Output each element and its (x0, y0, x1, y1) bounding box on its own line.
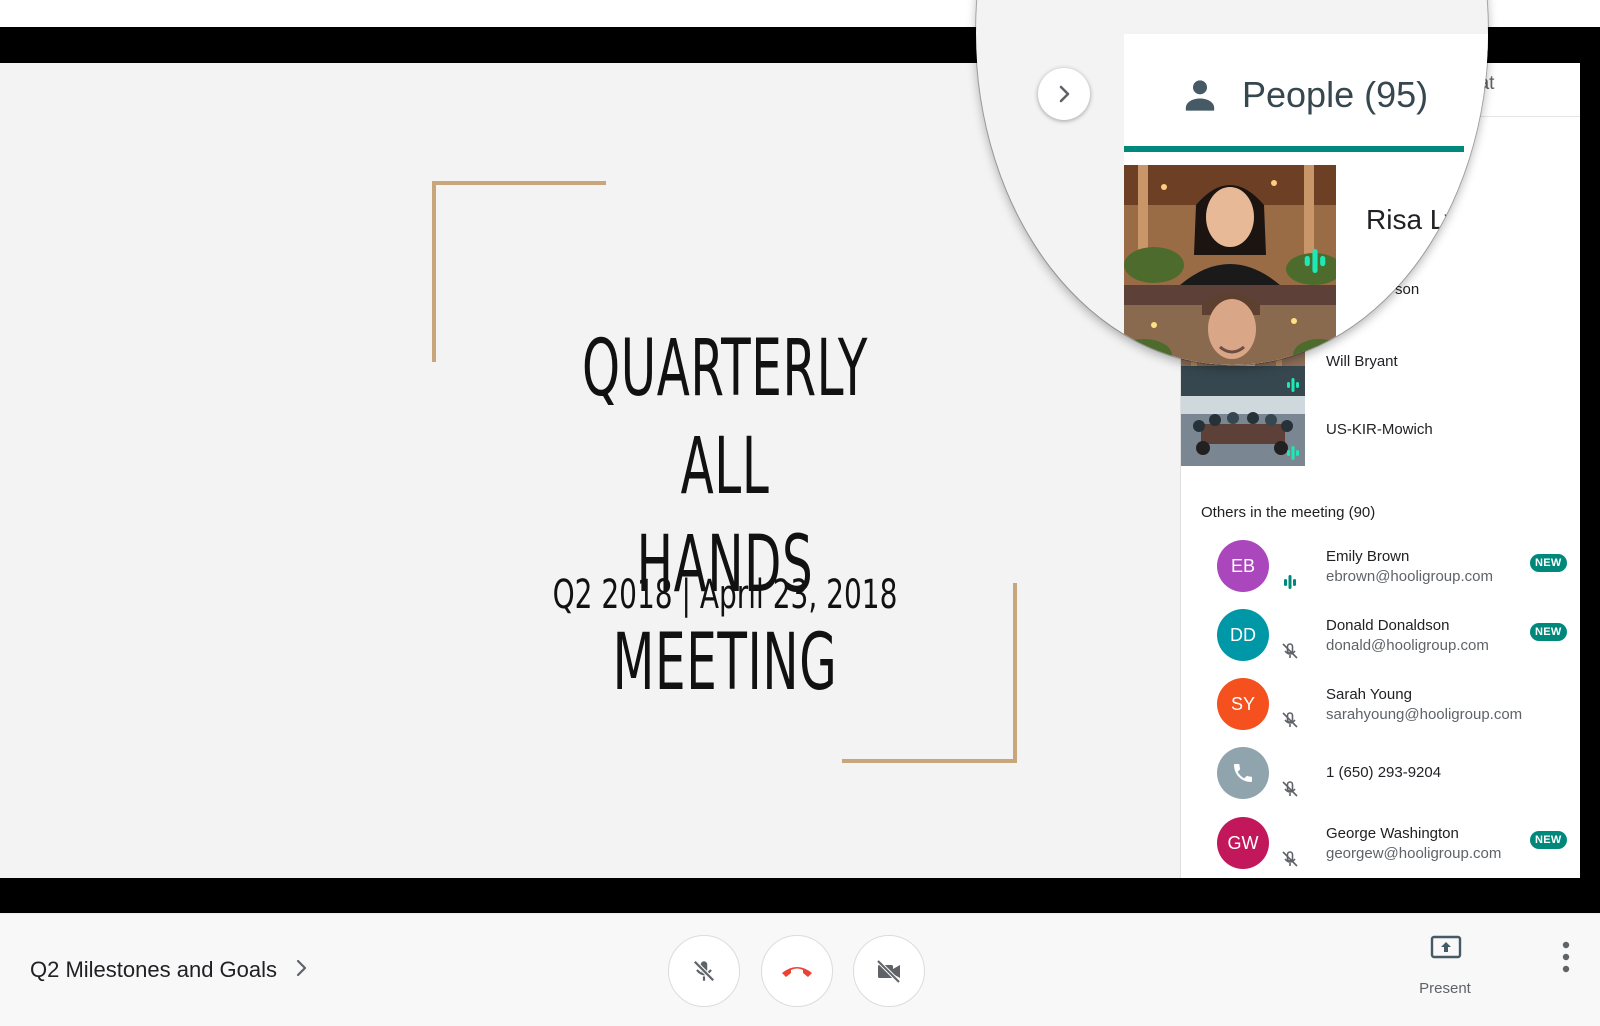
others-header: Others in the meeting (90) (1201, 504, 1376, 521)
more-options-button[interactable] (1556, 937, 1576, 977)
featured-participant-video (1124, 165, 1336, 285)
avatar: GW (1217, 817, 1269, 869)
speaking-indicator-icon (1304, 249, 1326, 273)
participant-video-thumb (1124, 285, 1336, 365)
camera-off-icon (876, 959, 901, 984)
others-list-item[interactable]: GW George Washington georgew@hooligroup.… (1181, 808, 1580, 878)
people-panel-magnified: People (95) Risa Ly (1124, 34, 1488, 365)
mic-off-icon (693, 960, 715, 982)
others-list-item[interactable]: SY Sarah Young sarahyoung@hooligroup.com (1181, 669, 1580, 739)
participant-email: donald@hooligroup.com (1326, 637, 1489, 654)
chevron-right-icon[interactable] (292, 956, 312, 980)
person-icon (1185, 80, 1215, 111)
participant-email: georgew@hooligroup.com (1326, 845, 1502, 862)
participant-row[interactable]: US-KIR-Mowich (1181, 396, 1580, 466)
present-label: Present (1419, 980, 1471, 997)
active-tab-indicator (1124, 146, 1464, 152)
new-badge: NEW (1530, 831, 1567, 849)
participant-email: ebrown@hooligroup.com (1326, 568, 1493, 585)
slide-title-line1: QUARTERLY ALL (582, 324, 868, 512)
speaking-indicator-icon (1287, 446, 1299, 460)
present-screen-icon (1430, 935, 1462, 959)
others-list-item[interactable]: EB Emily Brown ebrown@hooligroup.com NEW (1181, 531, 1580, 601)
new-badge: NEW (1530, 623, 1567, 641)
meet-window: QUARTERLY ALL HANDS MEETING Q2 2018 | Ap… (0, 0, 1600, 1026)
hang-up-button[interactable] (761, 935, 833, 1007)
speaking-indicator-icon (1284, 575, 1296, 589)
more-vert-icon (1562, 941, 1570, 973)
participant-name: Emily Brown (1326, 548, 1410, 565)
participant-phone: 1 (650) 293-9204 (1326, 764, 1442, 781)
camera-off-button[interactable] (853, 935, 925, 1007)
present-button[interactable]: Present (1400, 930, 1490, 1010)
mic-off-icon (1282, 712, 1298, 728)
participant-video-thumb (1181, 396, 1305, 466)
others-list-item[interactable]: DD Donald Donaldson donald@hooligroup.co… (1181, 600, 1580, 670)
avatar: SY (1217, 678, 1269, 730)
mic-off-icon (1282, 643, 1298, 659)
new-badge: NEW (1530, 554, 1567, 572)
phone-icon (1234, 764, 1252, 782)
tab-people-label: People (95) (1242, 74, 1429, 115)
mic-off-icon (1282, 851, 1298, 867)
speaking-indicator-icon (1287, 378, 1299, 392)
letterbox-bottom (0, 878, 1600, 913)
avatar: EB (1217, 540, 1269, 592)
avatar (1217, 747, 1269, 799)
featured-participant-name: Risa Ly (1366, 204, 1459, 235)
participant-name: Sarah Young (1326, 686, 1412, 703)
tab-people[interactable]: People (95) (1124, 34, 1464, 152)
chevron-right-icon (1059, 85, 1070, 103)
others-list-item[interactable]: 1 (650) 293-9204 (1181, 738, 1580, 808)
participant-name: Donald Donaldson (1326, 617, 1450, 634)
participant-name: George Washington (1326, 825, 1459, 842)
slide-title: QUARTERLY ALL HANDS MEETING (542, 320, 908, 712)
mute-mic-button[interactable] (668, 935, 740, 1007)
participant-name: US-KIR-Mowich (1326, 421, 1433, 438)
magnifier-lens: People (95) Risa Ly (976, 0, 1488, 365)
hang-up-icon (782, 967, 812, 977)
mic-off-icon (1282, 781, 1298, 797)
avatar: DD (1217, 609, 1269, 661)
meeting-title[interactable]: Q2 Milestones and Goals (30, 957, 277, 983)
slide-subtitle: Q2 2018 | April 23, 2018 (552, 572, 898, 618)
participant-email: sarahyoung@hooligroup.com (1326, 706, 1523, 723)
call-toolbar: Q2 Milestones and Goals Present (0, 913, 1600, 1026)
collapse-panel-button[interactable] (1038, 68, 1090, 120)
